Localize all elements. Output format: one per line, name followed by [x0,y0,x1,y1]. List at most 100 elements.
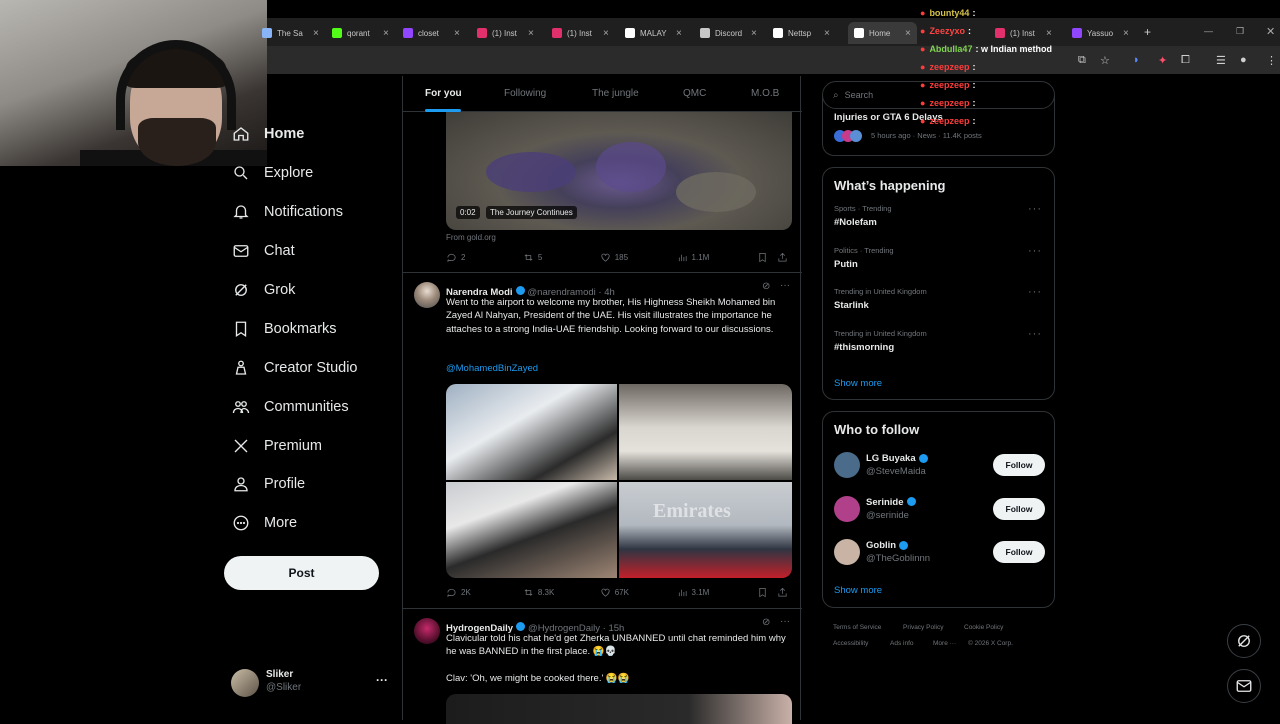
bookmark-button[interactable] [757,252,777,263]
share-button[interactable] [777,252,792,263]
nav-item-more[interactable]: More [224,514,297,532]
mention-link[interactable]: @MohamedBinZayed [446,362,538,375]
kebab-menu-icon[interactable]: ⋮ [1266,54,1277,67]
nav-item-bookmarks[interactable]: Bookmarks [224,320,337,338]
tab-m-o-b[interactable]: M.O.B [751,88,779,99]
extension-icon[interactable]: ◗ [1133,54,1140,66]
nav-item-notifications[interactable]: Notifications [224,203,343,221]
reading-list-icon[interactable]: ☰ [1216,54,1226,67]
footer-link[interactable]: Accessibility [833,640,868,647]
tab-close-icon[interactable]: × [751,28,757,39]
tweet-avatar[interactable] [414,618,440,644]
trend-more-icon[interactable]: ··· [1028,286,1042,298]
tab-close-icon[interactable]: × [676,28,682,39]
browser-tab[interactable]: closet × [403,22,460,44]
minimize-icon[interactable]: — [1204,26,1213,36]
maximize-icon[interactable]: ❐ [1236,26,1244,37]
nav-item-grok[interactable]: Grok [224,281,295,299]
tab-the-jungle[interactable]: The jungle [592,88,639,99]
browser-tab[interactable]: Discord × [700,22,757,44]
browser-tab[interactable]: Yassuo × [1072,22,1129,44]
star-icon[interactable]: ☆ [1100,54,1110,67]
nav-item-label: Bookmarks [264,321,337,337]
trend-more-icon[interactable]: ··· [1028,245,1042,257]
repost-button[interactable]: 5 [523,252,600,263]
chat-badge-icon: ● [920,116,926,126]
browser-tab[interactable]: The Sa × [262,22,319,44]
like-button[interactable]: 67K [600,587,677,598]
tab-following[interactable]: Following [504,88,546,99]
tweet-more-icon[interactable]: ··· [780,616,790,627]
repost-count: 5 [537,253,543,262]
browser-tab[interactable]: qorant × [332,22,389,44]
photo-grid[interactable]: Emirates [446,384,792,578]
account-switcher[interactable]: Sliker @Sliker ··· [231,667,391,699]
footer-link[interactable]: © 2026 X Corp. [968,640,1013,647]
trend-more-icon[interactable]: ··· [1028,203,1042,215]
nav-item-premium[interactable]: Premium [224,437,322,455]
bookmark-icon [759,253,766,263]
suggestion-handle: @serinide [866,509,909,521]
grok-icon[interactable]: ⊘ [762,617,770,628]
share-button[interactable] [777,587,792,598]
footer-link[interactable]: Ads info [890,640,914,647]
browser-tab[interactable]: (1) Inst × [995,22,1052,44]
nav-item-profile[interactable]: Profile [224,475,305,493]
browser-tab[interactable]: (1) Inst × [477,22,534,44]
footer-link[interactable]: Cookie Policy [964,624,1003,631]
puzzle-icon[interactable]: ⧠ [1181,54,1190,67]
tweet-more-icon[interactable]: ··· [780,280,790,291]
browser-tab[interactable]: Home × [848,22,917,44]
like-button[interactable]: 185 [600,252,677,263]
tab-for-you[interactable]: For you [425,88,462,99]
browser-tab[interactable]: MALAY × [625,22,682,44]
extension-icon[interactable]: ✦ [1158,54,1167,67]
nav-item-explore[interactable]: Explore [224,164,313,182]
nav-item-home[interactable]: Home [224,125,304,143]
reply-button[interactable]: 2 [446,252,523,263]
video-time: 0:02 [456,206,480,219]
tab-close-icon[interactable]: × [603,28,609,39]
chat-text: : w Indian method [975,44,1052,54]
nav-item-communities[interactable]: Communities [224,398,349,416]
grok-fab[interactable] [1227,624,1261,658]
tab-close-icon[interactable]: × [1123,28,1129,39]
nav-item-chat[interactable]: Chat [224,242,295,260]
show-more-link[interactable]: Show more [834,378,882,389]
footer-link[interactable]: Terms of Service [833,624,881,631]
post-button[interactable]: Post [224,556,379,590]
bookmark-button[interactable] [757,587,777,598]
video-player[interactable]: 0:02 The Journey Continues [446,112,792,230]
follow-button[interactable]: Follow [993,541,1045,563]
tab-close-icon[interactable]: × [1046,28,1052,39]
nav-item-creator-studio[interactable]: Creator Studio [224,359,358,377]
follow-button[interactable]: Follow [993,497,1045,520]
trend-more-icon[interactable]: ··· [1028,328,1042,340]
views-button[interactable]: 1.1M [677,252,758,263]
messages-fab[interactable] [1227,669,1261,703]
follow-button[interactable]: Follow [993,454,1045,476]
tab-close-icon[interactable]: × [454,28,460,39]
reply-button[interactable]: 2K [446,587,523,598]
tab-close-icon[interactable]: × [824,28,830,39]
tab-close-icon[interactable]: × [313,28,319,39]
tab-close-icon[interactable]: × [528,28,534,39]
tab-close-icon[interactable]: × [383,28,389,39]
close-window-icon[interactable]: ✕ [1266,25,1275,38]
show-more-link[interactable]: Show more [834,585,882,596]
new-tab-button[interactable]: + [1144,25,1151,39]
browser-tab[interactable]: (1) Inst × [552,22,609,44]
share-icon [778,587,787,597]
tweet-avatar[interactable] [414,282,440,308]
footer-link[interactable]: Privacy Policy [903,624,943,631]
tab-qmc[interactable]: QMC [683,88,706,99]
account-more-icon[interactable]: ··· [376,673,388,687]
tab-close-icon[interactable]: × [905,28,911,39]
profile-avatar-icon[interactable]: ● [1240,54,1247,66]
grok-icon[interactable]: ⊘ [762,281,770,292]
cast-icon[interactable]: ⧉ [1078,54,1086,67]
browser-tab[interactable]: Nettsp × [773,22,830,44]
footer-link[interactable]: More ··· [933,640,956,647]
views-button[interactable]: 3.1M [677,587,758,598]
repost-button[interactable]: 8.3K [523,587,600,598]
